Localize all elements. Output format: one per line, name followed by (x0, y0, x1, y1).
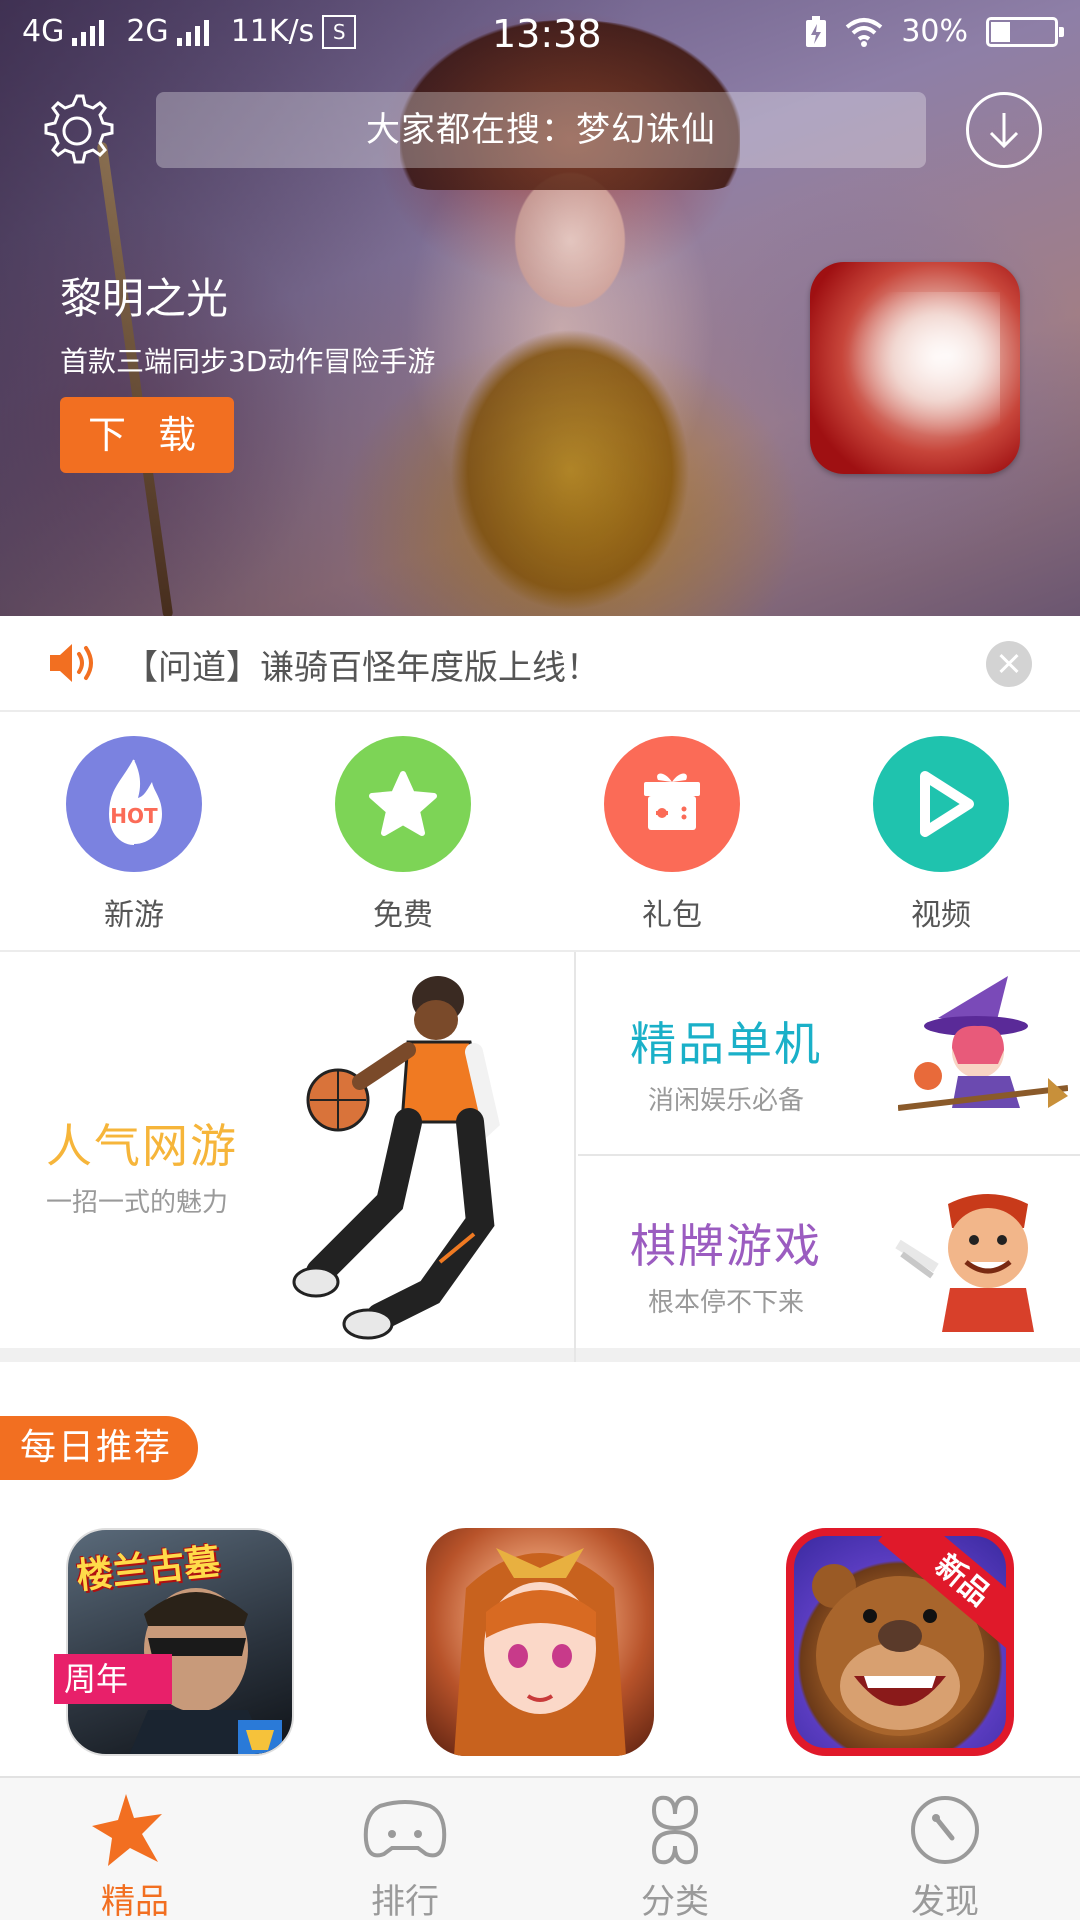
category-label: 新游 (104, 898, 164, 933)
status-bar: 4G 2G 11K/s S 13:38 30% (0, 0, 1080, 70)
banner-download-button[interactable]: 下 载 (60, 397, 234, 473)
feature-grid: 人气网游 一招一式的魅力 精品单机 消闲娱乐必备 棋牌游戏 根本停不下来 (0, 952, 1080, 1362)
category-label: 免费 (373, 898, 433, 933)
fortune-character-illustration (895, 1194, 1034, 1332)
close-icon[interactable] (986, 641, 1032, 687)
tab-category[interactable]: 分类 (540, 1778, 810, 1920)
recommended-app-2[interactable] (426, 1528, 654, 1756)
tab-label: 排行 (371, 1882, 439, 1920)
tab-label: 分类 (641, 1882, 709, 1920)
tab-label: 精品 (101, 1882, 169, 1920)
play-icon (873, 736, 1009, 872)
notice-bar[interactable]: 【问道】谦骑百怪年度版上线！ (0, 616, 1080, 712)
wifi-icon (846, 17, 883, 47)
tab-ranking[interactable]: 排行 (270, 1778, 540, 1920)
tab-label: 发现 (911, 1882, 979, 1920)
feature-title: 人气网游 (46, 1119, 238, 1173)
feature-title: 精品单机 (630, 1017, 822, 1071)
hot-flame-icon: HOT (66, 736, 202, 872)
category-label: 视频 (911, 898, 971, 933)
compass-icon (911, 1796, 979, 1864)
hot-badge: HOT (110, 804, 158, 828)
category-shortcuts: HOT 新游 免费 礼包 视频 (0, 712, 1080, 952)
category-video[interactable]: 视频 (841, 736, 1041, 934)
network-type-2: 2G (126, 14, 169, 49)
network-type-1: 4G (22, 14, 65, 49)
star-icon (335, 736, 471, 872)
basketball-player-illustration (292, 976, 500, 1340)
banner-title: 黎明之光 (60, 274, 229, 323)
star-splash-icon (92, 1794, 162, 1866)
tab-featured[interactable]: 精品 (0, 1778, 270, 1920)
signal-icon (176, 18, 209, 46)
tab-discover[interactable]: 发现 (810, 1778, 1080, 1920)
settings-gear-icon[interactable] (36, 90, 118, 172)
charging-icon (806, 15, 827, 47)
feature-board-games[interactable]: 棋牌游戏 根本停不下来 (578, 1158, 1080, 1362)
clover-icon (651, 1795, 699, 1865)
category-label: 礼包 (642, 898, 702, 933)
feature-online-games[interactable]: 人气网游 一招一式的魅力 (0, 952, 576, 1362)
app2-art (454, 1548, 626, 1756)
network-speed: 11K/s (230, 14, 315, 49)
sim-icon: S (322, 14, 357, 49)
search-bar[interactable]: 大家都在搜：梦幻诛仙 (156, 92, 926, 168)
battery-percent: 30% (901, 14, 968, 49)
category-new-games[interactable]: HOT 新游 (34, 736, 234, 934)
recommended-app-3[interactable]: 新品 (786, 1528, 1014, 1756)
signal-icon (72, 18, 105, 46)
app-screen: 4G 2G 11K/s S 13:38 30% 大家都在搜：梦幻诛仙 黎明之光 … (0, 0, 1080, 1920)
hero-banner[interactable]: 4G 2G 11K/s S 13:38 30% 大家都在搜：梦幻诛仙 黎明之光 … (0, 0, 1080, 616)
gift-icon (604, 736, 740, 872)
battery-icon (986, 16, 1064, 47)
recommended-app-1[interactable]: 楼兰古墓 (66, 1528, 294, 1756)
feature-single-player[interactable]: 精品单机 消闲娱乐必备 (578, 952, 1080, 1156)
anniversary-badge: 周年 (54, 1654, 172, 1704)
feature-subtitle: 根本停不下来 (647, 1288, 804, 1318)
speaker-icon (50, 644, 93, 682)
witch-illustration (898, 976, 1068, 1111)
bottom-navigation: 精品 排行 分类 发现 (0, 1776, 1080, 1920)
download-arrow-icon (989, 113, 1019, 149)
category-free[interactable]: 免费 (303, 736, 503, 934)
feature-title: 棋牌游戏 (630, 1219, 822, 1273)
gamepad-icon (363, 1800, 447, 1858)
banner-app-icon[interactable] (810, 262, 1020, 474)
banner-subtitle: 首款三端同步3D动作冒险手游 (60, 345, 436, 378)
feature-subtitle: 一招一式的魅力 (46, 1188, 229, 1218)
clock: 13:38 (492, 12, 602, 56)
download-manager-button[interactable] (966, 92, 1042, 168)
notice-text: 【问道】谦骑百怪年度版上线！ (124, 648, 600, 688)
category-gift[interactable]: 礼包 (572, 736, 772, 934)
feature-subtitle: 消闲娱乐必备 (647, 1086, 804, 1116)
daily-recommend-tag: 每日推荐 (0, 1416, 198, 1480)
